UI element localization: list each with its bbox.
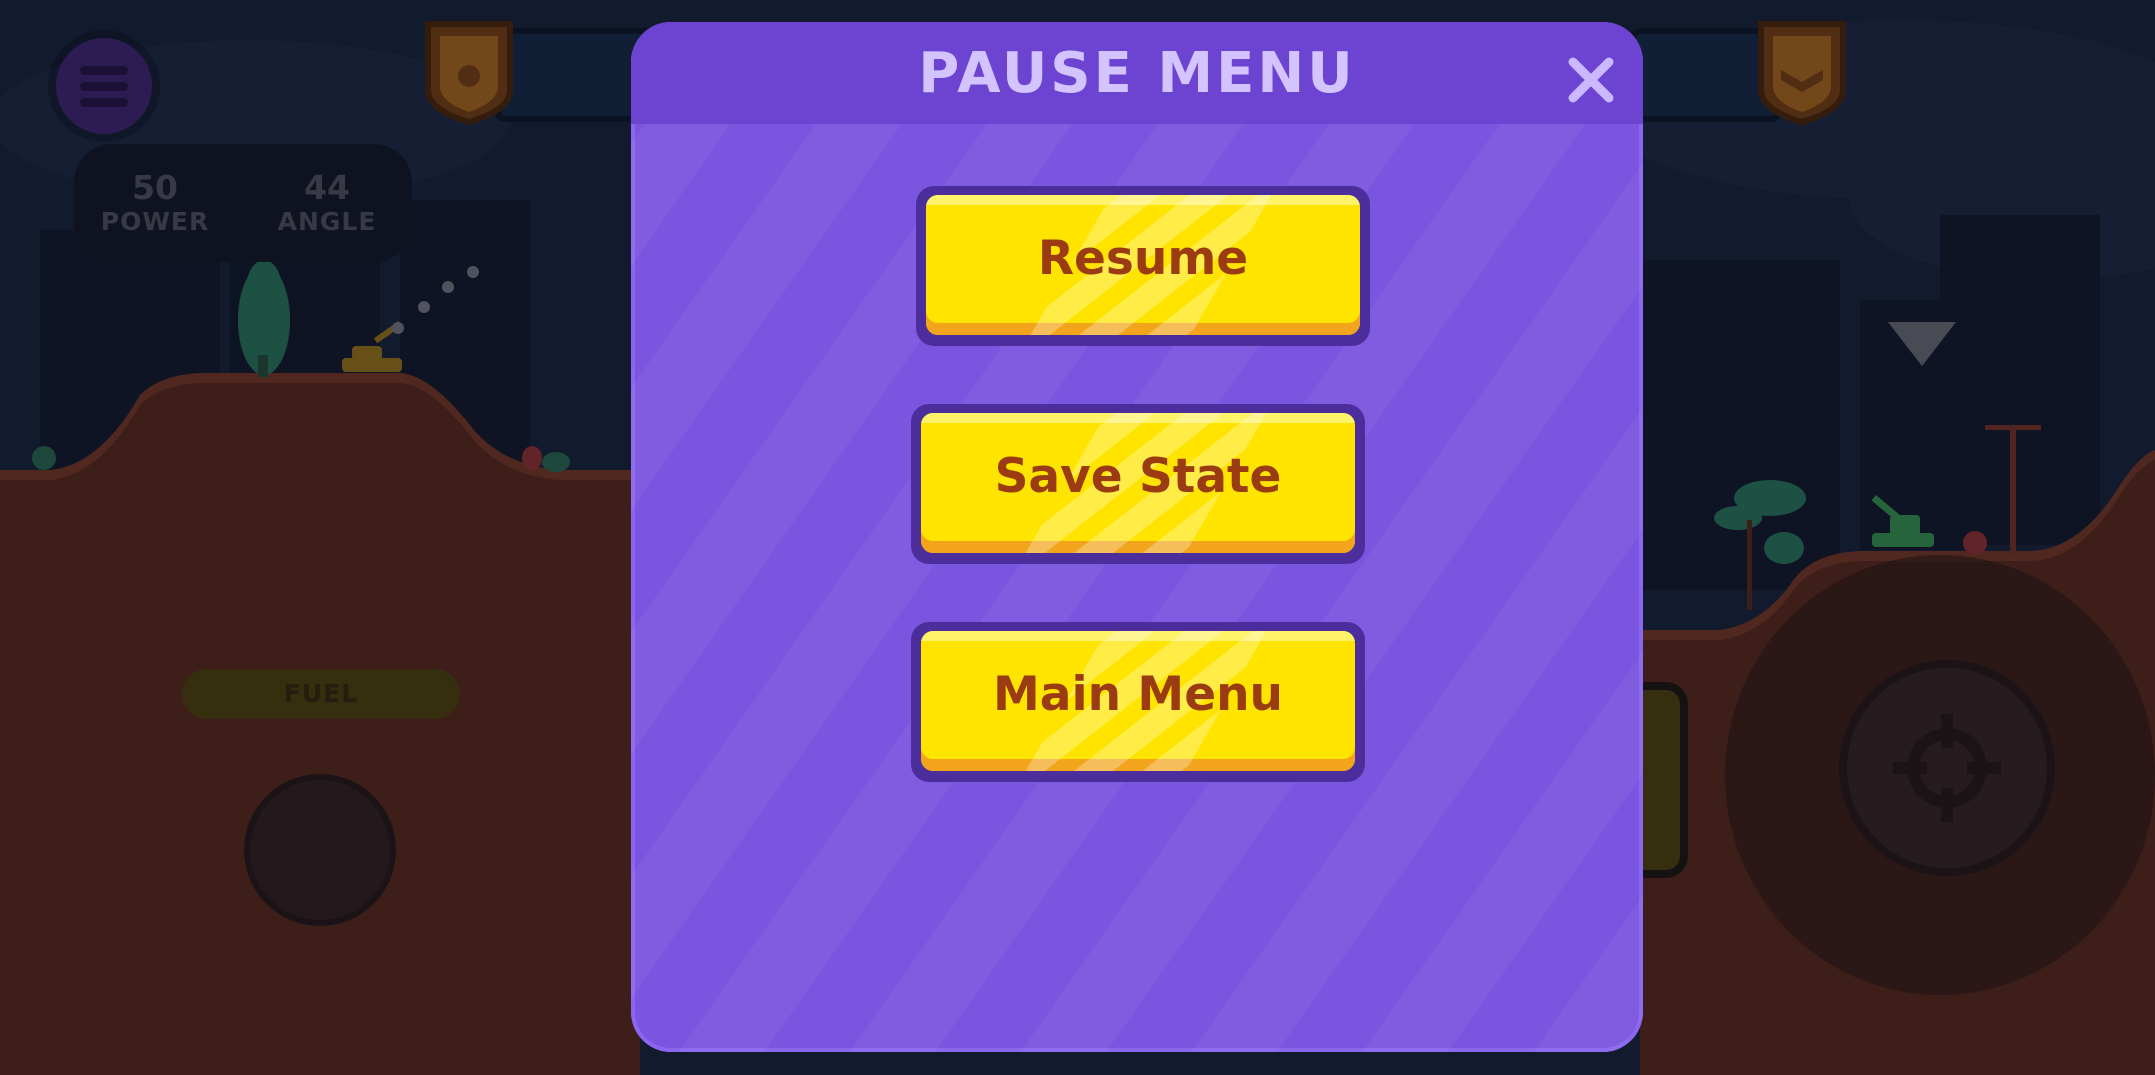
save-state-button-frame: Save State [911,404,1365,564]
save-state-button[interactable]: Save State [921,413,1355,553]
dialog-title: PAUSE MENU [918,41,1356,106]
main-menu-button-frame: Main Menu [911,622,1365,782]
pause-menu-dialog: PAUSE MENU Resume Save State Main Menu [631,22,1643,1052]
resume-button[interactable]: Resume [926,195,1360,335]
save-state-button-label: Save State [994,449,1282,504]
main-menu-button-label: Main Menu [993,667,1283,722]
close-icon[interactable] [1563,52,1619,108]
resume-button-label: Resume [1037,231,1249,286]
resume-button-frame: Resume [916,186,1370,346]
main-menu-button[interactable]: Main Menu [921,631,1355,771]
